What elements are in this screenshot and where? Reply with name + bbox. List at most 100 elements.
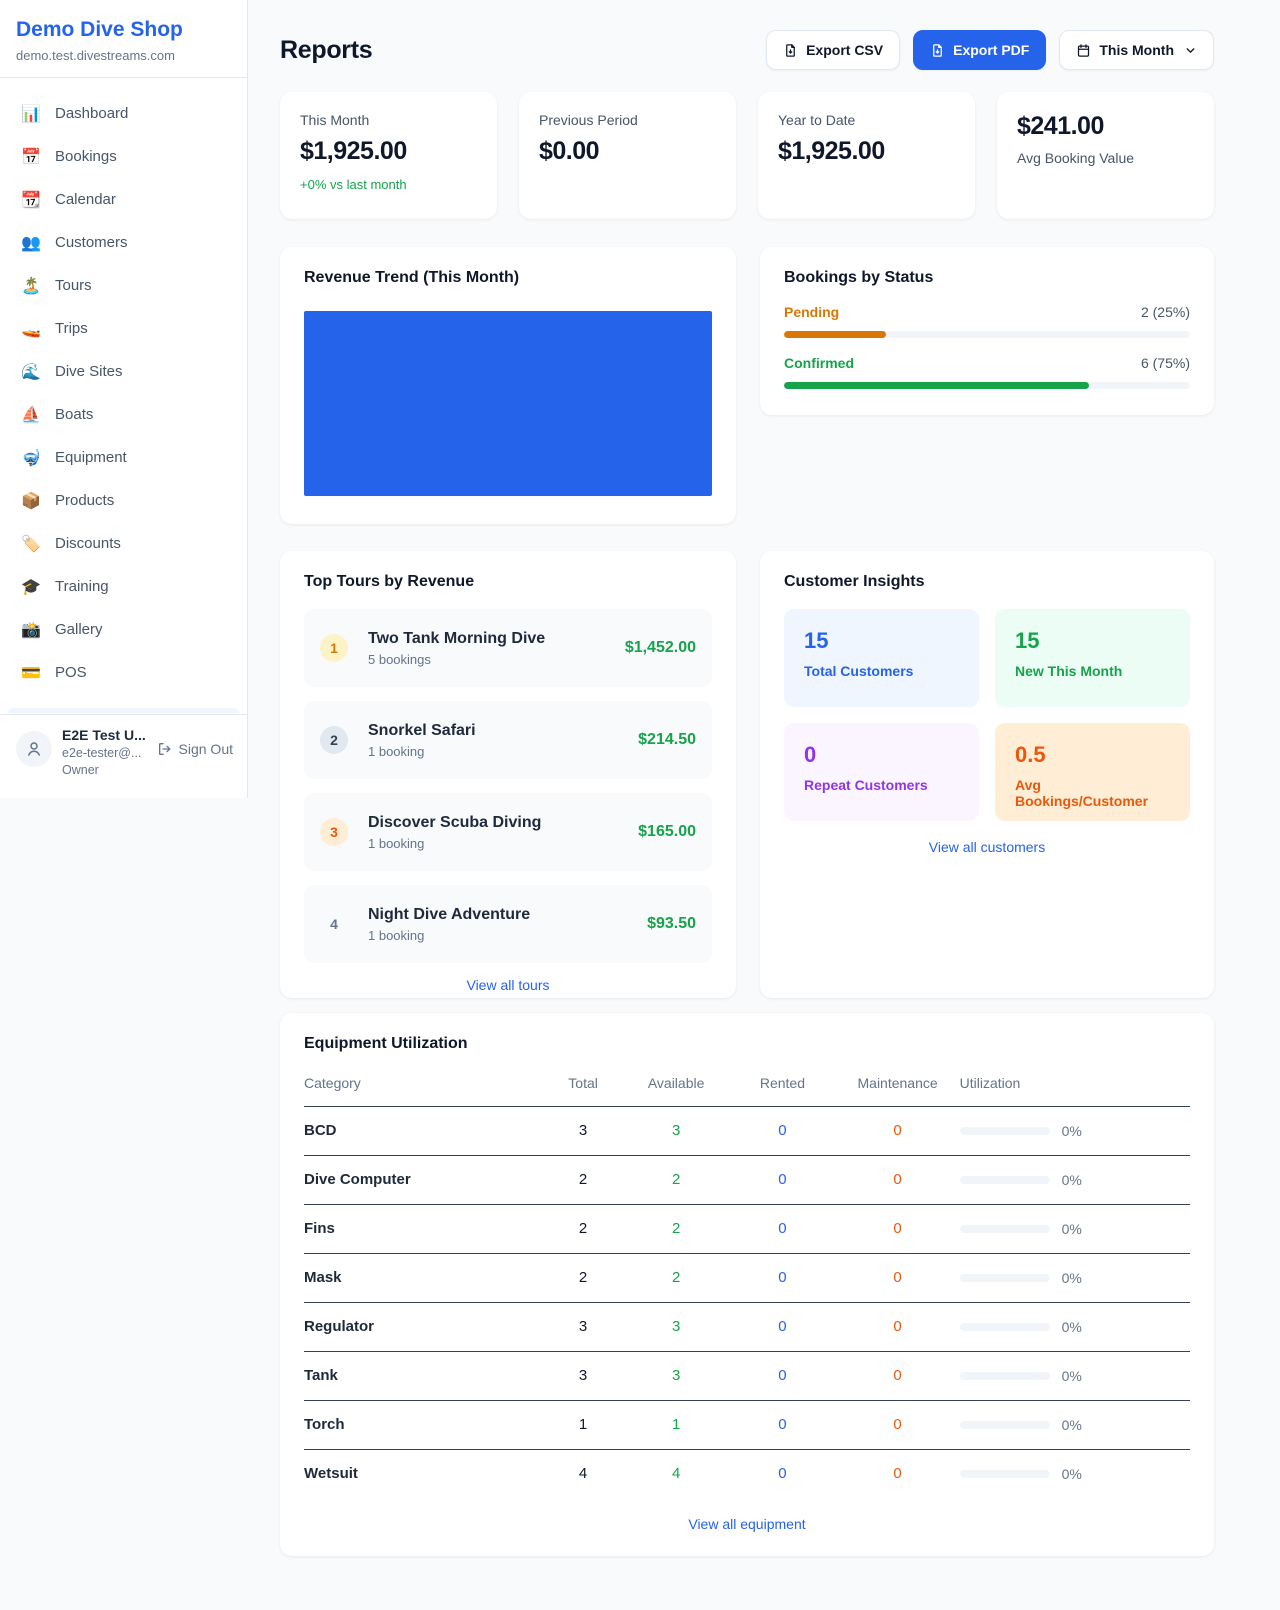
sidebar-item-label: Bookings	[55, 148, 117, 165]
calendar-icon: 📆	[20, 190, 42, 210]
sidebar-item-label: Training	[55, 578, 109, 595]
tour-row: 4 Night Dive Adventure1 booking $93.50	[304, 885, 712, 963]
status-row-pending: Pending 2 (25%)	[784, 304, 1190, 338]
status-row-confirmed: Confirmed 6 (75%)	[784, 355, 1190, 389]
sidebar-item-calendar[interactable]: 📆Calendar	[8, 182, 239, 217]
table-row: Torch 1 1 0 0 0%	[304, 1401, 1190, 1450]
insights-row: Top Tours by Revenue 1 Two Tank Morning …	[280, 551, 1214, 998]
sign-out-button[interactable]: Sign Out	[157, 741, 233, 757]
cell-total: 3	[543, 1303, 623, 1352]
column-header-utilization: Utilization	[960, 1065, 1190, 1107]
sidebar-item-label: Boats	[55, 406, 93, 423]
sidebar: Demo Dive Shop demo.test.divestreams.com…	[0, 0, 248, 798]
bookings-by-status-card: Bookings by Status Pending 2 (25%) Confi…	[760, 247, 1214, 415]
top-tours-title: Top Tours by Revenue	[304, 573, 712, 591]
sidebar-item-pos[interactable]: 💳POS	[8, 655, 239, 690]
stat-label: Year to Date	[778, 112, 955, 128]
cell-available: 4	[623, 1450, 729, 1499]
sign-out-label: Sign Out	[179, 741, 233, 757]
revenue-trend-title: Revenue Trend (This Month)	[304, 269, 712, 287]
utilization-percent: 0%	[1062, 1368, 1082, 1384]
pos-icon: 💳	[20, 663, 42, 683]
cell-available: 2	[623, 1156, 729, 1205]
sidebar-item-boats[interactable]: ⛵ Boats	[8, 397, 239, 432]
utilization-bar	[960, 1323, 1050, 1331]
utilization-bar	[960, 1470, 1050, 1478]
sidebar-item-tours[interactable]: 🏝️Tours	[8, 268, 239, 303]
cell-available: 1	[623, 1401, 729, 1450]
sidebar-item-trips[interactable]: 🚤Trips	[8, 311, 239, 346]
tile-value: 15	[804, 628, 959, 654]
sidebar-item-equipment[interactable]: 🤿Equipment	[8, 440, 239, 475]
cell-total: 2	[543, 1254, 623, 1303]
cell-rented: 0	[729, 1352, 835, 1401]
cell-total: 2	[543, 1156, 623, 1205]
tour-bookings: 1 booking	[368, 928, 530, 943]
view-all-tours-link[interactable]: View all tours	[304, 977, 712, 993]
utilization-bar	[960, 1421, 1050, 1429]
stat-card-this-month: This Month $1,925.00 +0% vs last month	[280, 92, 497, 219]
tile-new-this-month: 15 New This Month	[995, 609, 1190, 707]
cell-category: Torch	[304, 1401, 543, 1450]
cell-rented: 0	[729, 1205, 835, 1254]
tile-label: Repeat Customers	[804, 777, 959, 793]
cell-rented: 0	[729, 1450, 835, 1499]
header-actions: Export CSV Export PDF This Month	[766, 30, 1214, 70]
utilization-bar	[960, 1225, 1050, 1233]
utilization-percent: 0%	[1062, 1172, 1082, 1188]
cell-maintenance: 0	[836, 1107, 960, 1156]
sidebar-item-label: Dive Sites	[55, 363, 123, 380]
tile-label: Avg Bookings/Customer	[1015, 777, 1170, 809]
bookings-icon: 📅	[20, 147, 42, 167]
tile-repeat-customers: 0 Repeat Customers	[784, 723, 979, 821]
discounts-icon: 🏷️	[20, 534, 42, 554]
sidebar-item-products[interactable]: 📦Products	[8, 483, 239, 518]
view-all-customers-link[interactable]: View all customers	[784, 839, 1190, 855]
sidebar-item-customers[interactable]: 👥Customers	[8, 225, 239, 260]
top-tours-card: Top Tours by Revenue 1 Two Tank Morning …	[280, 551, 736, 998]
tile-value: 0.5	[1015, 742, 1170, 768]
equipment-table: Category Total Available Rented Maintena…	[304, 1065, 1190, 1498]
column-header-total: Total	[543, 1065, 623, 1107]
column-header-rented: Rented	[729, 1065, 835, 1107]
export-csv-button[interactable]: Export CSV	[766, 30, 900, 70]
status-count: 2 (25%)	[1141, 304, 1190, 320]
view-all-equipment-link[interactable]: View all equipment	[304, 1516, 1190, 1532]
boats-icon: ⛵	[20, 405, 42, 425]
rank-badge: 4	[320, 910, 348, 938]
tour-name: Two Tank Morning Dive	[368, 630, 545, 648]
sidebar-item-training[interactable]: 🎓Training	[8, 569, 239, 604]
cell-maintenance: 0	[836, 1205, 960, 1254]
sidebar-item-dive-sites[interactable]: 🌊Dive Sites	[8, 354, 239, 389]
sidebar-item-label: Tours	[55, 277, 92, 294]
sidebar-item-label: Trips	[55, 320, 88, 337]
sidebar-item-gallery[interactable]: 📸Gallery	[8, 612, 239, 647]
tile-avg-bookings-customer: 0.5 Avg Bookings/Customer	[995, 723, 1190, 821]
tour-amount: $165.00	[638, 823, 696, 841]
stat-value: $241.00	[1017, 112, 1194, 141]
tile-label: Total Customers	[804, 663, 959, 679]
table-row: BCD 3 3 0 0 0%	[304, 1107, 1190, 1156]
period-selector[interactable]: This Month	[1059, 30, 1214, 70]
sidebar-item-bookings[interactable]: 📅 Bookings	[8, 139, 239, 174]
stat-label: Avg Booking Value	[1017, 150, 1194, 166]
user-meta: E2E Test U... e2e-tester@... Owner	[62, 727, 152, 798]
export-pdf-button[interactable]: Export PDF	[913, 30, 1046, 70]
sidebar-item-discounts[interactable]: 🏷️Discounts	[8, 526, 239, 561]
utilization-percent: 0%	[1062, 1417, 1082, 1433]
utilization-percent: 0%	[1062, 1221, 1082, 1237]
cell-category: Regulator	[304, 1303, 543, 1352]
tile-value: 0	[804, 742, 959, 768]
tour-amount: $93.50	[647, 915, 696, 933]
sidebar-item-dashboard[interactable]: 📊Dashboard	[8, 96, 239, 131]
customer-insights-card: Customer Insights 15 Total Customers 15 …	[760, 551, 1214, 998]
status-label: Pending	[784, 304, 839, 320]
avatar	[16, 731, 52, 767]
stat-value: $1,925.00	[778, 137, 955, 166]
person-icon	[25, 740, 43, 758]
customer-insights-title: Customer Insights	[784, 573, 1190, 591]
products-icon: 📦	[20, 491, 42, 511]
stat-card-avg-booking-value: $241.00 Avg Booking Value	[997, 92, 1214, 219]
period-label: This Month	[1099, 42, 1174, 58]
sidebar-item-reports-active-partial[interactable]	[8, 708, 239, 713]
